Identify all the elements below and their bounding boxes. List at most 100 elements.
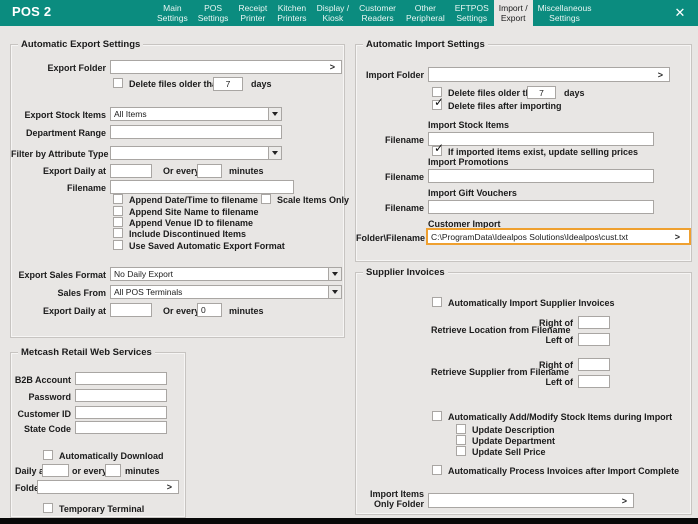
import-items-only-folder-label-line1: Import Items bbox=[356, 489, 424, 499]
tab-display-kiosk[interactable]: Display /Kiosk bbox=[312, 0, 355, 26]
gift-filename-label: Filename bbox=[356, 203, 424, 213]
tab-main-settings[interactable]: MainSettings bbox=[152, 0, 193, 26]
scale-items-only-checkbox[interactable] bbox=[261, 194, 271, 204]
append-sitename-checkbox[interactable] bbox=[113, 206, 123, 216]
customer-import-path-field[interactable]: C:\ProgramData\Idealpos Solutions\Idealp… bbox=[426, 228, 691, 245]
import-folder-field[interactable]: > bbox=[428, 67, 670, 82]
tab-import-export[interactable]: Import /Export bbox=[494, 0, 533, 26]
update-description-checkbox[interactable] bbox=[456, 424, 466, 434]
import-days-label: days bbox=[564, 88, 585, 98]
sales-from-label: Sales From bbox=[11, 288, 106, 298]
metcash-minutes-field[interactable] bbox=[105, 464, 121, 477]
metcash-minutes-label: minutes bbox=[125, 466, 160, 476]
group-supplier-invoices: Supplier Invoices Automatically Import S… bbox=[355, 272, 692, 515]
tab-pos-settings[interactable]: POSSettings bbox=[193, 0, 234, 26]
update-sell-price-checkbox[interactable] bbox=[456, 446, 466, 456]
b2b-account-label: B2B Account bbox=[11, 375, 71, 385]
supplier-right-of-field[interactable] bbox=[578, 358, 610, 371]
b2b-account-field[interactable] bbox=[75, 372, 167, 385]
import-items-only-folder-label-line2: Only Folder bbox=[356, 499, 424, 509]
import-stock-items-heading: Import Stock Items bbox=[428, 120, 509, 130]
export-filename-field[interactable] bbox=[110, 180, 294, 194]
group-title: Automatic Export Settings bbox=[18, 39, 143, 50]
sales-from-select[interactable]: All POS Terminals bbox=[110, 285, 342, 299]
location-left-of-field[interactable] bbox=[578, 333, 610, 346]
filter-attribute-select[interactable] bbox=[110, 146, 282, 160]
tab-other-peripheral[interactable]: OtherPeripheral bbox=[401, 0, 450, 26]
include-discontinued-label: Include Discontinued Items bbox=[129, 229, 246, 239]
browse-folder-icon[interactable]: > bbox=[167, 482, 172, 492]
update-sell-price-label: Update Sell Price bbox=[472, 447, 546, 457]
append-venueid-checkbox[interactable] bbox=[113, 217, 123, 227]
minutes2-label: minutes bbox=[229, 306, 264, 316]
update-department-label: Update Department bbox=[472, 436, 555, 446]
pos-settings-window: POS 2 MainSettings POSSettings ReceiptPr… bbox=[0, 0, 698, 524]
window-title: POS 2 bbox=[12, 4, 51, 19]
tab-receipt-printer[interactable]: ReceiptPrinter bbox=[233, 0, 272, 26]
tab-eftpos-settings[interactable]: EFTPOSSettings bbox=[450, 0, 494, 26]
daily-at-field[interactable] bbox=[42, 464, 69, 477]
import-items-only-folder-field[interactable]: > bbox=[428, 493, 634, 508]
scale-items-only-label: Scale Items Only bbox=[277, 195, 349, 205]
dropdown-arrow-icon[interactable] bbox=[268, 147, 281, 159]
export-sales-format-select[interactable]: No Daily Export bbox=[110, 267, 342, 281]
delete-files-older-checkbox[interactable] bbox=[113, 78, 123, 88]
tab-customer-readers[interactable]: CustomerReaders bbox=[354, 0, 401, 26]
browse-folder-icon[interactable]: > bbox=[675, 232, 680, 242]
auto-process-invoices-checkbox[interactable] bbox=[432, 465, 442, 475]
dropdown-arrow-icon[interactable] bbox=[268, 108, 281, 120]
append-datetime-checkbox[interactable] bbox=[113, 194, 123, 204]
update-department-checkbox[interactable] bbox=[456, 435, 466, 445]
delete-days-field[interactable]: 7 bbox=[213, 77, 243, 91]
metcash-folder-field[interactable]: > bbox=[37, 480, 179, 494]
gift-filename-field[interactable] bbox=[428, 200, 654, 214]
tab-kitchen-printers[interactable]: KitchenPrinters bbox=[272, 0, 311, 26]
append-sitename-label: Append Site Name to filename bbox=[129, 207, 259, 217]
append-venueid-label: Append Venue ID to filename bbox=[129, 218, 253, 228]
append-datetime-label: Append Date/Time to filename bbox=[129, 195, 258, 205]
export-folder-field[interactable]: > bbox=[110, 60, 342, 74]
or-every2-minutes-field[interactable]: 0 bbox=[197, 303, 222, 317]
supplier-left-of-field[interactable] bbox=[578, 375, 610, 388]
location-left-of-label: Left of bbox=[528, 335, 573, 345]
department-range-field[interactable] bbox=[110, 125, 282, 139]
export-stock-items-select[interactable]: All Items bbox=[110, 107, 282, 121]
delete-after-importing-checkbox[interactable]: ✓ bbox=[432, 100, 442, 110]
update-selling-prices-checkbox[interactable]: ✓ bbox=[432, 146, 442, 156]
dropdown-arrow-icon[interactable] bbox=[328, 286, 341, 298]
customer-id-field[interactable] bbox=[75, 406, 167, 419]
use-saved-format-checkbox[interactable] bbox=[113, 240, 123, 250]
or-every-minutes-field[interactable] bbox=[197, 164, 222, 178]
export-daily2-time-field[interactable] bbox=[110, 303, 152, 317]
tab-bar: MainSettings POSSettings ReceiptPrinter … bbox=[152, 0, 596, 26]
password-field[interactable] bbox=[75, 389, 167, 402]
dropdown-arrow-icon[interactable] bbox=[328, 268, 341, 280]
include-discontinued-checkbox[interactable] bbox=[113, 228, 123, 238]
export-daily-time-field[interactable] bbox=[110, 164, 152, 178]
browse-folder-icon[interactable]: > bbox=[622, 496, 627, 506]
auto-download-checkbox[interactable] bbox=[43, 450, 53, 460]
auto-import-supplier-invoices-checkbox[interactable] bbox=[432, 297, 442, 307]
browse-folder-icon[interactable]: > bbox=[330, 62, 335, 72]
promotions-filename-field[interactable] bbox=[428, 169, 654, 183]
import-delete-days-field[interactable]: 7 bbox=[527, 86, 556, 99]
browse-folder-icon[interactable]: > bbox=[658, 70, 663, 80]
import-gift-vouchers-heading: Import Gift Vouchers bbox=[428, 188, 517, 198]
close-icon[interactable]: ✕ bbox=[671, 5, 689, 21]
promotions-filename-label: Filename bbox=[356, 172, 424, 182]
check-icon: ✓ bbox=[434, 96, 444, 108]
tab-miscellaneous-settings[interactable]: MiscellaneousSettings bbox=[533, 0, 597, 26]
state-code-field[interactable] bbox=[75, 421, 167, 434]
folder-filename-label: Folder\Filename bbox=[356, 233, 424, 243]
auto-process-invoices-label: Automatically Process Invoices after Imp… bbox=[448, 466, 679, 476]
location-right-of-field[interactable] bbox=[578, 316, 610, 329]
customer-id-label: Customer ID bbox=[11, 409, 71, 419]
auto-download-label: Automatically Download bbox=[59, 451, 164, 461]
auto-addmodify-stock-checkbox[interactable] bbox=[432, 411, 442, 421]
temporary-terminal-checkbox[interactable] bbox=[43, 503, 53, 513]
supplier-left-of-label: Left of bbox=[528, 377, 573, 387]
auto-addmodify-stock-label: Automatically Add/Modify Stock Items dur… bbox=[448, 412, 672, 422]
minutes-label: minutes bbox=[229, 166, 264, 176]
stock-filename-field[interactable] bbox=[428, 132, 654, 146]
delete-after-importing-label: Delete files after importing bbox=[448, 101, 562, 111]
